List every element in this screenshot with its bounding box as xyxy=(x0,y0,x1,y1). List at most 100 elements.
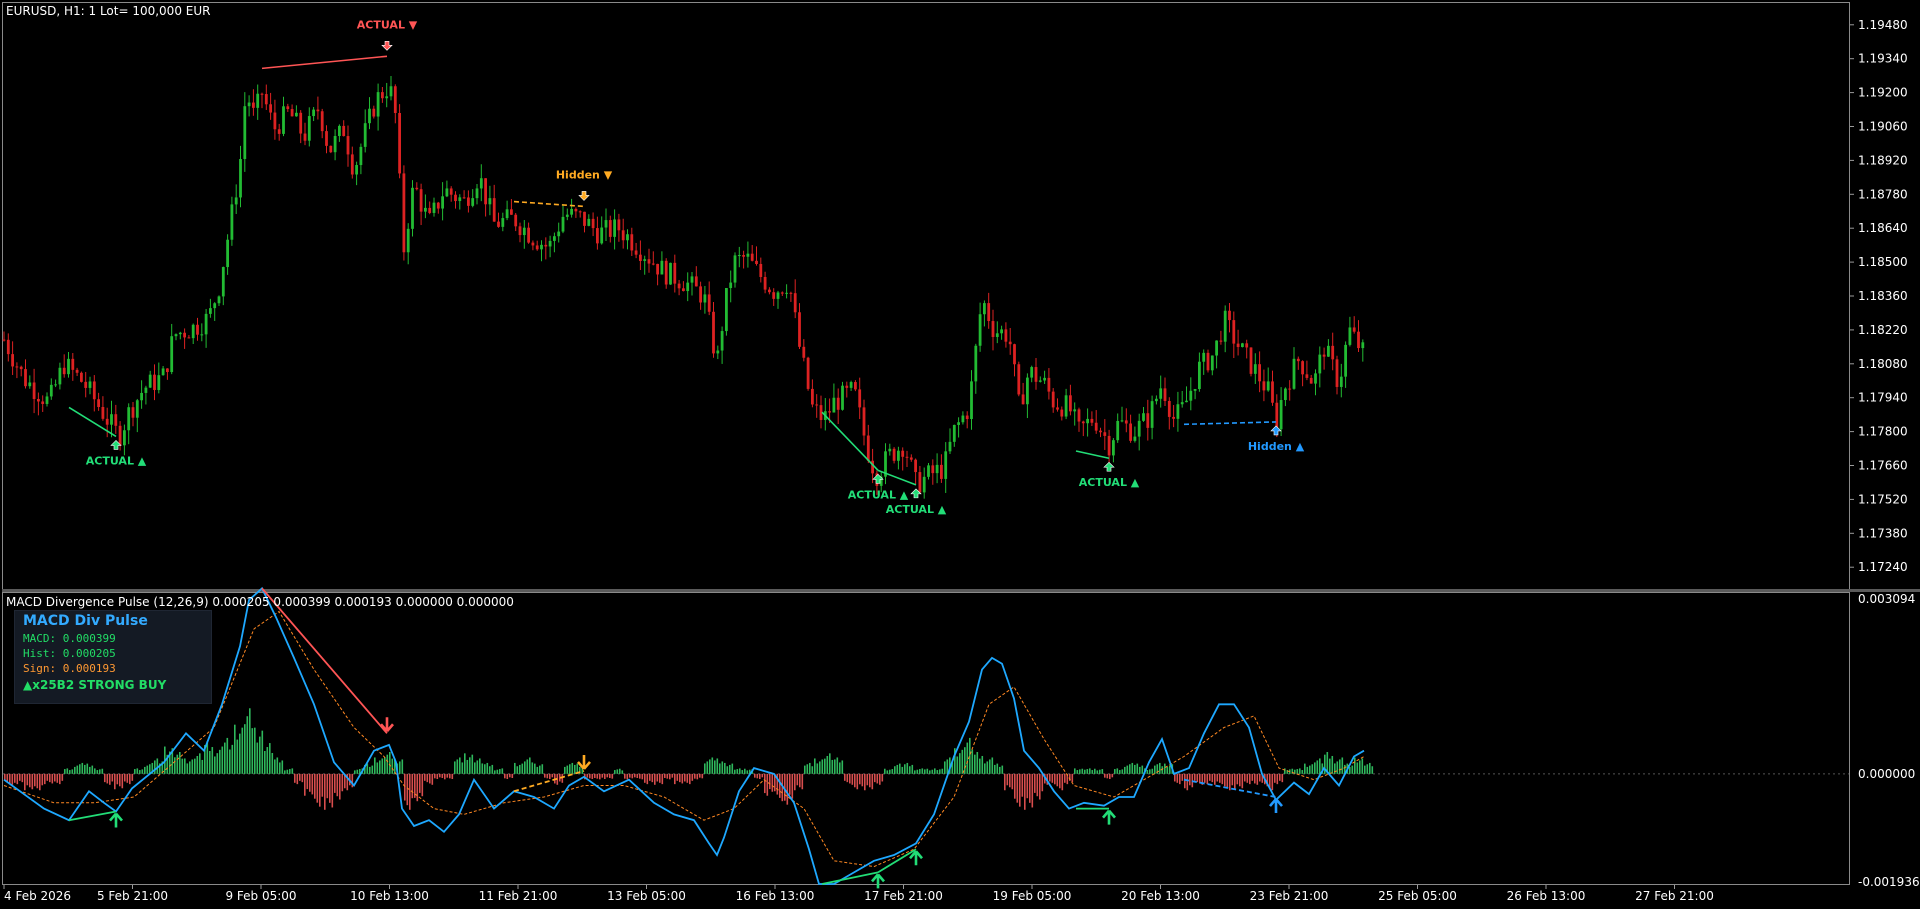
histogram-bar xyxy=(1234,773,1236,790)
candle-body xyxy=(424,207,427,212)
candle-body xyxy=(1043,377,1046,381)
candle-body xyxy=(1301,361,1304,375)
candle-body xyxy=(987,303,991,322)
histogram-bar xyxy=(1256,773,1259,785)
candle-body xyxy=(587,218,591,226)
candle-body xyxy=(1021,394,1025,405)
candle-body xyxy=(269,104,272,113)
histogram-bar xyxy=(1216,773,1219,782)
histogram-bar xyxy=(476,760,479,774)
histogram-bar xyxy=(64,769,66,774)
histogram-bar xyxy=(1021,773,1024,797)
candle-body xyxy=(479,178,483,189)
panel-hist-value: Hist: 0.000205 xyxy=(23,647,116,660)
histogram-bar xyxy=(991,757,994,774)
histogram-bar xyxy=(1151,768,1154,774)
histogram-bar xyxy=(614,770,616,774)
candle-body xyxy=(578,211,582,213)
histogram-bar xyxy=(39,773,41,791)
histogram-bar xyxy=(1194,773,1196,781)
histogram-bar xyxy=(866,773,869,786)
candle-body xyxy=(729,282,733,289)
candle-body xyxy=(419,189,423,212)
histogram-bar xyxy=(281,760,284,774)
indicator-divergence-line xyxy=(261,587,388,734)
time-axis-label: 11 Feb 21:00 xyxy=(479,889,558,903)
histogram-bar xyxy=(49,773,51,783)
candle-body xyxy=(1099,430,1102,433)
candle-body xyxy=(178,332,182,335)
histogram-bar xyxy=(19,773,21,781)
candle-body xyxy=(475,188,479,199)
histogram-bar xyxy=(1004,773,1006,791)
histogram-bar xyxy=(1179,773,1181,785)
histogram-bar xyxy=(239,733,241,774)
candle-body xyxy=(45,396,49,404)
divergence-label: Hidden ▼ xyxy=(556,168,613,181)
panel-trade-signal: ▲x25B2 STRONG BUY xyxy=(23,678,167,692)
sell-arrow-icon xyxy=(577,754,591,770)
candle-body xyxy=(1030,367,1034,378)
histogram-bar xyxy=(1149,769,1151,774)
histogram-bar xyxy=(1006,773,1009,786)
candle-body xyxy=(497,221,500,227)
candle-body xyxy=(583,211,586,226)
histogram-bar xyxy=(826,755,829,774)
histogram-bar xyxy=(611,773,614,779)
candle-body xyxy=(720,331,724,351)
candle-body xyxy=(1060,409,1064,417)
candle-body xyxy=(303,133,307,141)
chart-canvas[interactable]: 1.19480 1.19340 1.19200 1.19060 1.18920 1.187… xyxy=(0,0,1920,909)
histogram-bar xyxy=(899,763,901,774)
histogram-bar xyxy=(636,773,639,779)
histogram-bar xyxy=(919,769,921,774)
candle-body xyxy=(1335,359,1339,387)
sell-arrow-icon xyxy=(381,40,393,51)
histogram-bar xyxy=(809,762,811,774)
histogram-bar xyxy=(276,757,279,774)
candle-body xyxy=(54,384,57,386)
histogram-bar xyxy=(621,770,624,774)
histogram-bar xyxy=(544,773,546,778)
divergence-line xyxy=(1075,450,1110,460)
histogram-bar xyxy=(709,759,711,774)
candle-body xyxy=(905,456,909,458)
candle-body xyxy=(527,227,530,243)
histogram-bar xyxy=(601,773,604,778)
candle-body xyxy=(617,219,621,231)
histogram-bar xyxy=(529,757,531,774)
candle-body xyxy=(952,424,956,442)
price-axis-label: 1.17660 xyxy=(1858,459,1908,473)
price-axis-label: 1.18220 xyxy=(1858,323,1908,337)
candle-body xyxy=(62,367,66,375)
candle-body xyxy=(411,187,414,229)
candle-body xyxy=(1344,344,1347,377)
histogram-bar xyxy=(1084,769,1086,774)
histogram-bar xyxy=(531,762,534,774)
histogram-bar xyxy=(456,759,459,774)
candle-body xyxy=(24,369,27,387)
candle-body xyxy=(772,292,776,299)
candle-body xyxy=(836,397,840,410)
candle-body xyxy=(1206,352,1210,371)
histogram-bar xyxy=(311,773,314,795)
divergence-label: ACTUAL ▲ xyxy=(86,454,147,467)
histogram-bar xyxy=(121,773,124,789)
histogram-bar xyxy=(599,773,601,780)
histogram-bar xyxy=(736,769,739,774)
candle-body xyxy=(1077,409,1081,422)
candle-body xyxy=(204,313,208,335)
histogram-bar xyxy=(551,773,554,778)
histogram-bar xyxy=(461,762,464,774)
histogram-bar xyxy=(119,773,121,787)
histogram-bar xyxy=(91,765,94,774)
candle-body xyxy=(548,240,552,247)
time-axis-label: 25 Feb 05:00 xyxy=(1378,889,1457,903)
histogram-bar xyxy=(1024,773,1026,810)
histogram-bar xyxy=(96,770,99,774)
candle-body xyxy=(153,374,156,391)
histogram-bar xyxy=(1074,768,1076,774)
histogram-bar xyxy=(639,773,641,779)
price-axis-label: 1.18920 xyxy=(1858,153,1908,167)
histogram-bar xyxy=(676,773,679,781)
